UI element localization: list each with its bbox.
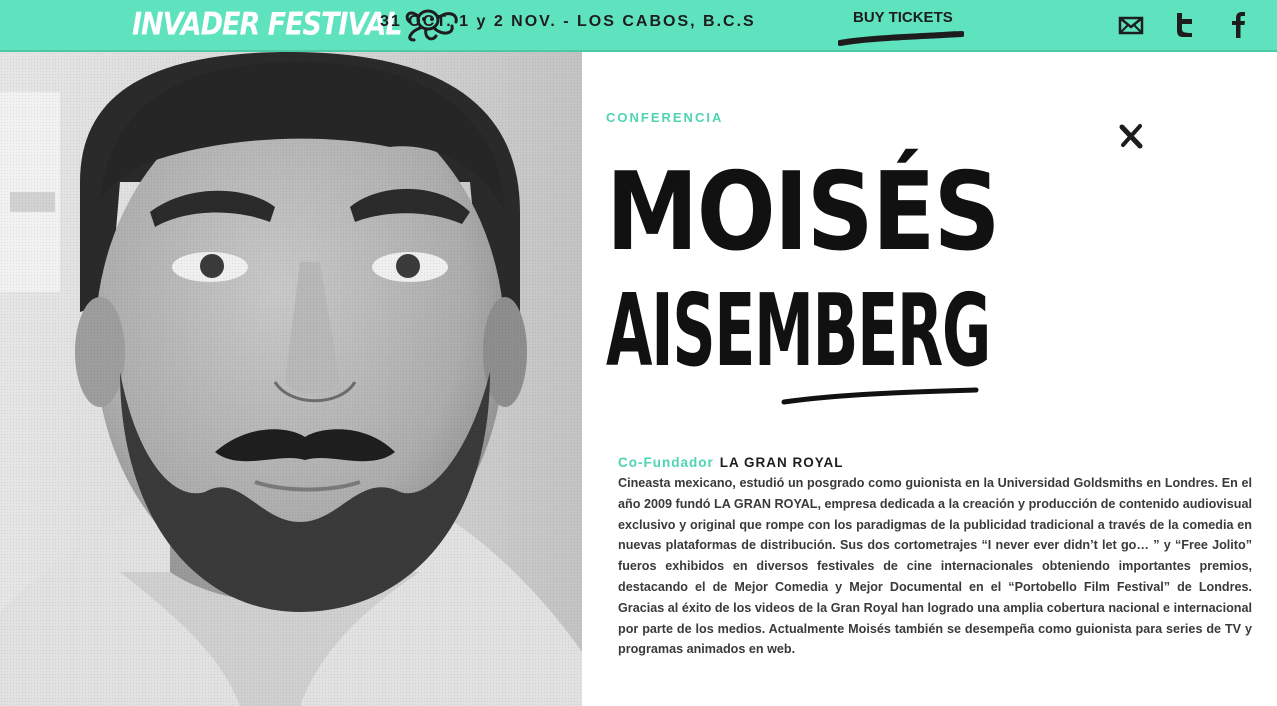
role-title: Co-Fundador bbox=[618, 455, 714, 470]
twitter-icon[interactable] bbox=[1170, 10, 1200, 40]
brush-underline-icon bbox=[838, 31, 964, 46]
speaker-name-line1: MOISÉS bbox=[606, 150, 1001, 275]
top-navigation-bar: INVADER FESTIVAL 31 OCT. 1 y 2 NOV. - LO… bbox=[0, 0, 1277, 52]
logo-text: INVADER FESTIVAL bbox=[132, 6, 403, 42]
buy-tickets-button[interactable]: BUY TICKETS bbox=[838, 6, 964, 46]
close-icon[interactable] bbox=[1117, 122, 1145, 150]
speaker-role: Co-Fundador LA GRAN ROYAL bbox=[618, 455, 844, 470]
brush-stroke-icon bbox=[781, 387, 979, 405]
festival-dates: 31 OCT. 1 y 2 NOV. - LOS CABOS, B.C.S bbox=[380, 13, 756, 30]
speaker-name-line2: AISEMBERG bbox=[606, 272, 991, 389]
speaker-bio: Cineasta mexicano, estudió un posgrado c… bbox=[618, 476, 1252, 657]
role-company: LA GRAN ROYAL bbox=[719, 455, 844, 470]
buy-tickets-label: BUY TICKETS bbox=[853, 9, 953, 26]
section-label: CONFERENCIA bbox=[606, 110, 724, 125]
mail-icon[interactable] bbox=[1117, 10, 1147, 40]
speaker-name: MOISÉS AISEMBERG bbox=[600, 140, 1070, 430]
facebook-icon[interactable] bbox=[1224, 10, 1254, 40]
speaker-photo bbox=[0, 52, 582, 706]
